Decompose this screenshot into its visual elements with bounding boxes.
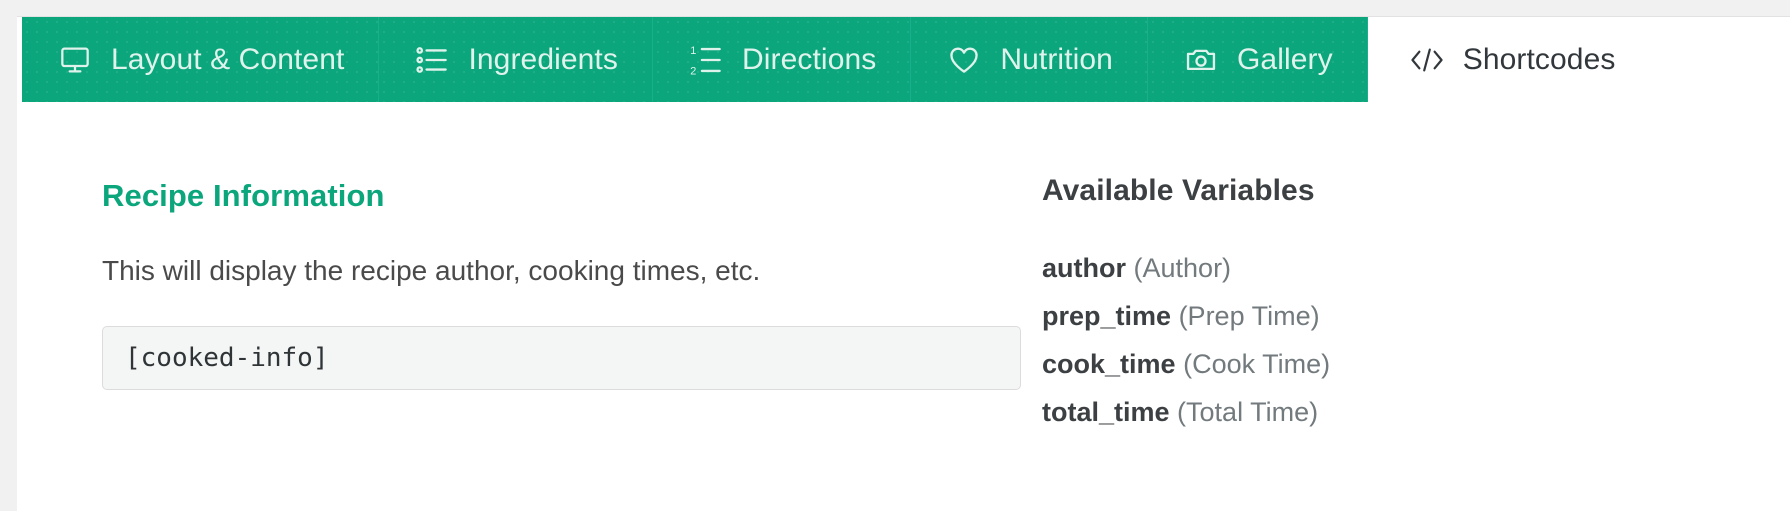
available-variables-list: author (Author) prep_time (Prep Time) co… — [1042, 244, 1790, 436]
section-title-recipe-information: Recipe Information — [102, 178, 385, 213]
variable-key: prep_time — [1042, 301, 1172, 332]
tab-directions-label: Directions — [741, 42, 877, 76]
variable-item: cook_time (Cook Time) — [1042, 340, 1790, 388]
page-root: Layout & Content Ingredients 1 2 Directi… — [0, 0, 1790, 511]
available-variables-title: Available Variables — [1042, 174, 1315, 207]
variable-item: total_time (Total Time) — [1042, 388, 1790, 436]
tab-nutrition-label: Nutrition — [1000, 42, 1113, 76]
tab-ingredients[interactable]: Ingredients — [379, 17, 653, 102]
tab-bar: Layout & Content Ingredients 1 2 Directi… — [22, 17, 1790, 102]
shortcode-main-column: Recipe Information This will display the… — [17, 102, 1037, 511]
tab-gallery[interactable]: Gallery — [1147, 17, 1368, 102]
monitor-icon — [56, 43, 94, 77]
section-description: This will display the recipe author, coo… — [102, 255, 761, 286]
variable-description: (Author) — [1133, 253, 1232, 283]
variable-item: prep_time (Prep Time) — [1042, 292, 1790, 340]
shortcode-input[interactable] — [102, 326, 1021, 390]
variable-key: total_time — [1042, 397, 1170, 428]
tab-directions[interactable]: 1 2 Directions — [652, 17, 912, 102]
available-variables-column: Available Variables author (Author) prep… — [1037, 102, 1790, 511]
settings-panel: Layout & Content Ingredients 1 2 Directi… — [17, 16, 1790, 511]
bullet-list-icon — [413, 43, 451, 77]
camera-icon — [1182, 43, 1220, 77]
svg-text:1: 1 — [690, 45, 696, 57]
page-left-gutter — [0, 0, 17, 510]
svg-text:2: 2 — [690, 65, 696, 75]
variable-key: author — [1042, 253, 1126, 283]
variable-key: cook_time — [1042, 349, 1176, 380]
tab-layout-content[interactable]: Layout & Content — [22, 17, 380, 102]
tab-ingredients-label: Ingredients — [468, 42, 618, 76]
shortcodes-panel-content: Recipe Information This will display the… — [17, 102, 1790, 511]
tab-shortcodes[interactable]: Shortcodes — [1367, 17, 1650, 102]
code-icon — [1408, 43, 1446, 77]
numbered-list-icon: 1 2 — [687, 43, 725, 77]
variable-description: (Prep Time) — [1178, 301, 1320, 332]
variable-item: author (Author) — [1042, 244, 1790, 292]
tab-gallery-label: Gallery — [1236, 42, 1333, 76]
tab-layout-content-label: Layout & Content — [111, 42, 345, 76]
variable-description: (Total Time) — [1177, 397, 1319, 428]
tab-nutrition[interactable]: Nutrition — [911, 17, 1148, 102]
variable-description: (Cook Time) — [1183, 349, 1331, 380]
heart-icon — [945, 43, 983, 77]
tab-shortcodes-label: Shortcodes — [1462, 42, 1616, 76]
